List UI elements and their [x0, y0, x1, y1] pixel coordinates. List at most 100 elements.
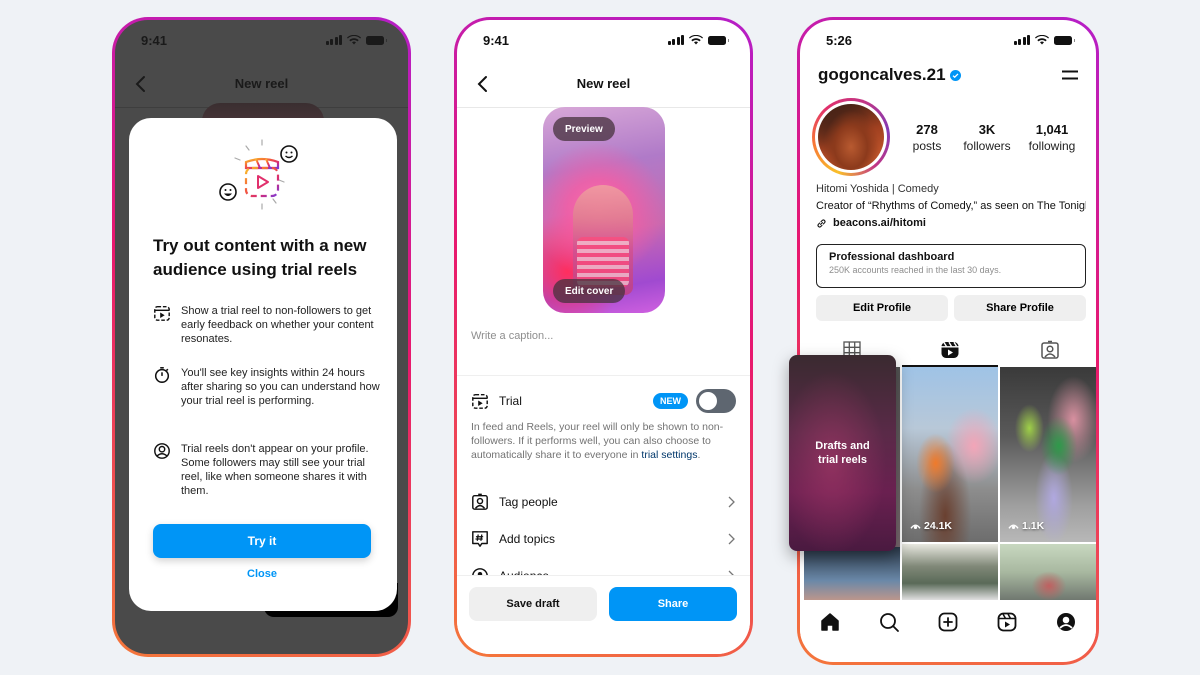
reel-thumbnail[interactable] [804, 547, 900, 603]
reels-dashed-icon [154, 305, 170, 321]
reels-icon[interactable] [996, 611, 1018, 633]
phone-screen: 5:26 gogoncalves.21 278 posts 3K followers… [800, 20, 1096, 662]
phone-new-reel: 9:41 New reel Preview Edit cover Trial N… [454, 17, 753, 657]
reel-thumbnail[interactable]: 24.1K [902, 367, 998, 542]
trial-description: In feed and Reels, your reel will only b… [471, 421, 724, 461]
bio-name: Hitomi Yoshida | Comedy [816, 183, 939, 195]
bio-link[interactable]: beacons.ai/hitomi [816, 217, 926, 229]
menu-icon[interactable] [1062, 70, 1078, 80]
wifi-icon [1035, 35, 1049, 45]
tag-people-icon [472, 493, 488, 510]
trial-toggle[interactable] [696, 389, 736, 413]
status-bar: 9:41 [457, 20, 750, 60]
verified-badge-icon [949, 69, 961, 81]
preview-button[interactable]: Preview [553, 117, 615, 141]
signal-icon [325, 35, 342, 45]
tab-reels[interactable] [902, 333, 998, 367]
eye-icon [910, 523, 921, 529]
search-icon[interactable] [878, 611, 900, 633]
wifi-icon [347, 35, 361, 45]
dashboard-title: Professional dashboard [829, 251, 955, 263]
trial-reels-illustration-icon [219, 139, 298, 210]
reel-cover-preview[interactable]: Preview Edit cover [543, 107, 665, 313]
status-time: 9:41 [141, 32, 168, 48]
avatar[interactable] [812, 98, 890, 176]
share-profile-button[interactable]: Share Profile [954, 295, 1086, 321]
edit-cover-button[interactable]: Edit cover [553, 279, 626, 303]
drafts-and-trial-reels-card[interactable]: Drafts and trial reels [789, 355, 896, 551]
feature-text: Show a trial reel to non-followers to ge… [181, 305, 374, 345]
menu-item-add-topics[interactable]: Add topics [471, 527, 736, 551]
hashtag-icon [472, 531, 488, 547]
wifi-icon [689, 35, 703, 45]
professional-dashboard-card[interactable]: Professional dashboard 250K accounts rea… [816, 244, 1086, 288]
reels-dashed-icon [472, 393, 488, 409]
view-count: 1.1K [1008, 520, 1044, 532]
trial-reels-bottom-sheet: Try out content with a new audience usin… [129, 118, 397, 611]
divider [457, 375, 750, 376]
feature-text: Trial reels don't appear on your profile… [181, 443, 369, 497]
phone-trial-reels-intro: 9:41 New reel Try out content with a new… [112, 17, 411, 657]
username: gogoncalves.21 [818, 65, 946, 84]
save-draft-button[interactable]: Save draft [469, 587, 597, 621]
chevron-right-icon [728, 533, 735, 545]
view-count: 24.1K [910, 520, 952, 532]
phone-screen: 9:41 New reel Try out content with a new… [115, 20, 408, 654]
eye-icon [1008, 523, 1019, 529]
dashboard-subtitle: 250K accounts reached in the last 30 day… [829, 265, 1002, 275]
header-title: New reel [576, 76, 631, 91]
feature-text: You'll see key insights within 24 hours … [181, 367, 380, 407]
tagged-icon [1041, 340, 1059, 359]
menu-label: Add topics [499, 532, 556, 546]
bio-text: Creator of “Rhythms of Comedy,” as seen … [816, 200, 1086, 212]
feature-item: Show a trial reel to non-followers to ge… [153, 304, 383, 346]
reel-thumbnail[interactable] [902, 544, 998, 600]
stopwatch-icon [154, 367, 170, 383]
profile-circle-icon [154, 443, 170, 459]
reel-thumbnail[interactable] [1000, 544, 1096, 600]
bottom-navigation [800, 600, 1096, 644]
trial-settings-link[interactable]: trial settings [641, 449, 697, 461]
trial-row: Trial NEW [471, 389, 736, 413]
trial-label: Trial [499, 394, 522, 408]
header-title: New reel [234, 76, 289, 91]
signal-icon [1013, 35, 1030, 45]
home-icon[interactable] [819, 611, 841, 633]
feature-item: You'll see key insights within 24 hours … [153, 366, 383, 408]
signal-icon [667, 35, 684, 45]
link-icon [817, 218, 826, 228]
try-it-button[interactable]: Try it [153, 524, 371, 558]
avatar-image [818, 104, 884, 170]
battery-icon [708, 35, 729, 45]
battery-icon [366, 35, 387, 45]
profile-header: gogoncalves.21 [818, 63, 1082, 87]
sheet-title: Try out content with a new audience usin… [153, 236, 367, 279]
chevron-right-icon [728, 496, 735, 508]
tab-tagged[interactable] [1002, 333, 1096, 367]
reel-thumbnail[interactable]: 1.1K [1000, 367, 1096, 542]
status-time: 5:26 [826, 32, 853, 48]
stat-posts[interactable]: 278 posts [902, 122, 952, 153]
profile-icon[interactable] [1055, 611, 1077, 633]
status-bar: 9:41 [115, 20, 408, 60]
edit-profile-button[interactable]: Edit Profile [816, 295, 948, 321]
new-badge: NEW [653, 393, 688, 409]
menu-item-tag-people[interactable]: Tag people [471, 490, 736, 514]
nav-header: New reel [115, 60, 408, 108]
reels-icon [941, 341, 959, 358]
nav-header: New reel [457, 60, 750, 108]
profile-stats: 278 posts 3K followers 1,041 following [902, 122, 1082, 153]
drafts-card-label: Drafts and trial reels [815, 440, 870, 466]
menu-label: Tag people [499, 495, 558, 509]
create-icon[interactable] [937, 611, 959, 633]
back-chevron-icon[interactable] [129, 72, 153, 96]
stat-following[interactable]: 1,041 following [1022, 122, 1082, 153]
share-button[interactable]: Share [609, 587, 737, 621]
close-link[interactable]: Close [153, 568, 371, 580]
stat-followers[interactable]: 3K followers [957, 122, 1017, 153]
back-chevron-icon[interactable] [471, 72, 495, 96]
caption-input[interactable] [471, 326, 741, 346]
feature-item: Trial reels don't appear on your profile… [153, 442, 383, 498]
status-bar: 5:26 [800, 20, 1096, 60]
phone-profile: 5:26 gogoncalves.21 278 posts 3K followers… [797, 17, 1099, 665]
